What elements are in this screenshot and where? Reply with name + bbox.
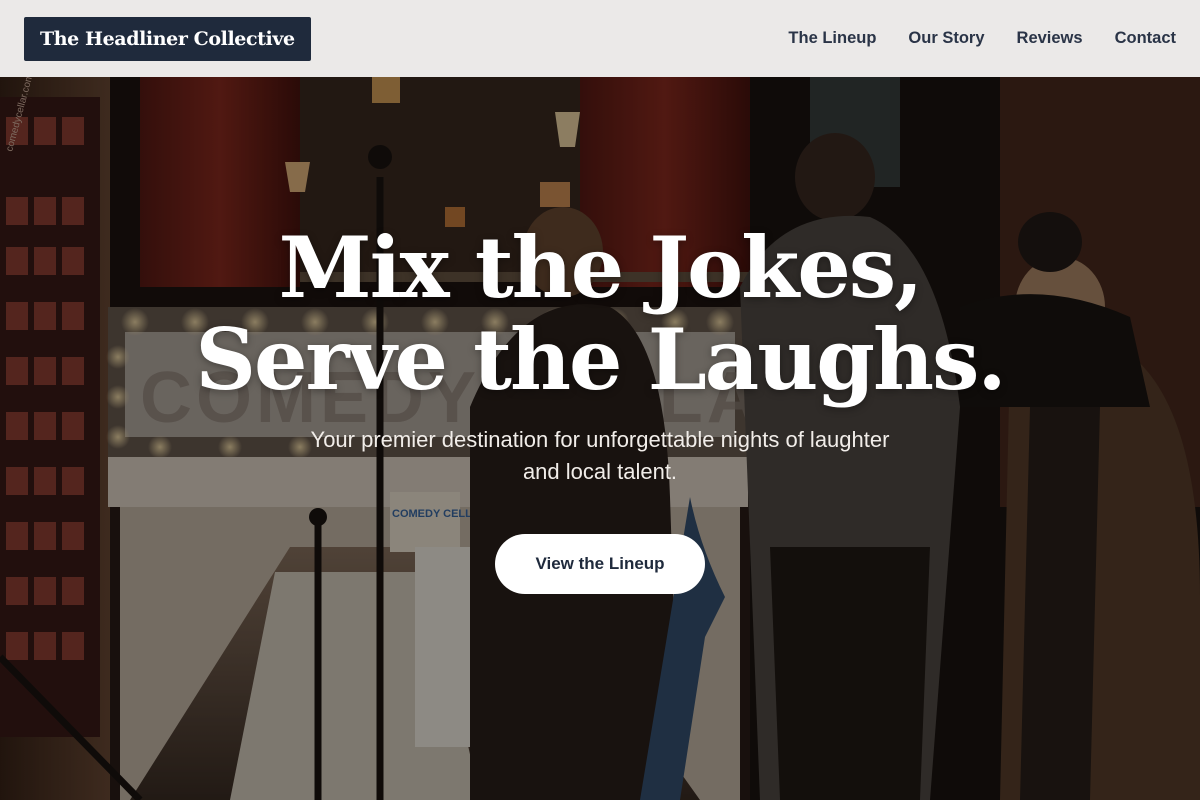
- nav-link-our-story[interactable]: Our Story: [908, 29, 984, 48]
- hero-headline-line1: Mix the Jokes,: [278, 218, 924, 317]
- hero-headline-line2: Serve the Laughs.: [195, 310, 1006, 409]
- hero-headline: Mix the Jokes, Serve the Laughs.: [0, 222, 1200, 406]
- hero-content: Mix the Jokes, Serve the Laughs. Your pr…: [0, 222, 1200, 594]
- view-lineup-button[interactable]: View the Lineup: [495, 534, 705, 594]
- nav-link-lineup[interactable]: The Lineup: [788, 29, 876, 48]
- nav-link-contact[interactable]: Contact: [1115, 29, 1176, 48]
- site-header: The Headliner Collective The Lineup Our …: [0, 0, 1200, 77]
- hero-section: comedycellar.com COMEDY CELLAR COMEDY CE…: [0, 77, 1200, 800]
- hero-subtitle: Your premier destination for unforgettab…: [310, 427, 890, 484]
- main-nav: The Lineup Our Story Reviews Contact: [788, 29, 1176, 48]
- brand-logo[interactable]: The Headliner Collective: [24, 16, 311, 61]
- nav-link-reviews[interactable]: Reviews: [1017, 29, 1083, 48]
